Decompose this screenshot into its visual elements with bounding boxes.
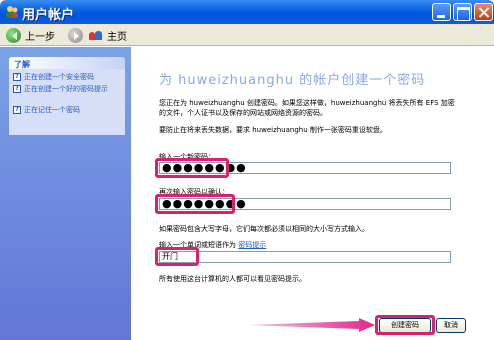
password-hint-link[interactable]: 密码提示 [238, 241, 266, 249]
help-link-label: 正在创建一个好的密码提示 [24, 85, 108, 93]
cancel-button[interactable]: 取消 [436, 318, 466, 333]
highlight-confirm-password [155, 194, 235, 214]
help-icon: ? [13, 73, 21, 81]
warning-text: 您正在为 huweizhuanghu 创建密码。如果您这样做，huweizhua… [159, 99, 455, 117]
user-accounts-icon [6, 6, 18, 18]
main-content: 为 huweizhuanghu 的帐户创建一个密码 您正在为 huweizhua… [131, 47, 494, 340]
minimize-button[interactable] [432, 3, 451, 21]
home-label: 主页 [107, 31, 127, 43]
reset-disk-text: 要防止在将来丢失数据，要求 huweizhuanghu 制作一张密码重设软盘。 [159, 126, 387, 134]
forward-arrow-icon [68, 27, 83, 43]
sidebar: 了解 ? 正在创建一个安全密码 ? 正在创建一个好的密码提示 ? 正在记住一个密… [0, 47, 131, 340]
help-icon: ? [13, 85, 21, 93]
close-button[interactable] [474, 3, 493, 21]
highlight-new-password [155, 158, 229, 178]
help-icon: ? [13, 106, 21, 114]
help-link-password-hint[interactable]: ? 正在创建一个好的密码提示 [13, 85, 121, 93]
password-hint-field[interactable]: 开门 [159, 251, 451, 263]
forward-button[interactable] [68, 27, 87, 43]
highlight-hint [155, 247, 199, 266]
help-link-label: 正在记住一个密码 [24, 106, 80, 114]
title-bar: 用户帐户 [0, 0, 494, 24]
toolbar: 上一步 主页 [0, 24, 494, 46]
back-button[interactable]: 上一步 [6, 27, 55, 43]
home-icon [88, 28, 103, 42]
window-title: 用户帐户 [22, 8, 75, 23]
learn-about-panel: 了解 ? 正在创建一个安全密码 ? 正在创建一个好的密码提示 ? 正在记住一个密… [9, 57, 125, 135]
hint-note-text: 所有使用这台计算机的人都可以看见密码提示。 [159, 275, 306, 283]
help-link-secure-password[interactable]: ? 正在创建一个安全密码 [13, 73, 121, 81]
back-label: 上一步 [25, 31, 55, 43]
back-arrow-icon [6, 27, 21, 43]
maximize-button[interactable] [453, 3, 472, 21]
highlight-create-button [375, 315, 435, 335]
page-title: 为 huweizhuanghu 的帐户创建一个密码 [159, 73, 426, 88]
home-button[interactable]: 主页 [88, 27, 127, 43]
learn-about-header: 了解 [9, 57, 125, 69]
help-link-remember-password[interactable]: ? 正在记住一个密码 [13, 106, 121, 114]
pointer-arrow-icon [247, 318, 375, 332]
help-link-label: 正在创建一个安全密码 [24, 73, 94, 81]
case-note-text: 如果密码包含大写字母，它们每次都必须以相同的大小写方式输入。 [159, 225, 369, 233]
